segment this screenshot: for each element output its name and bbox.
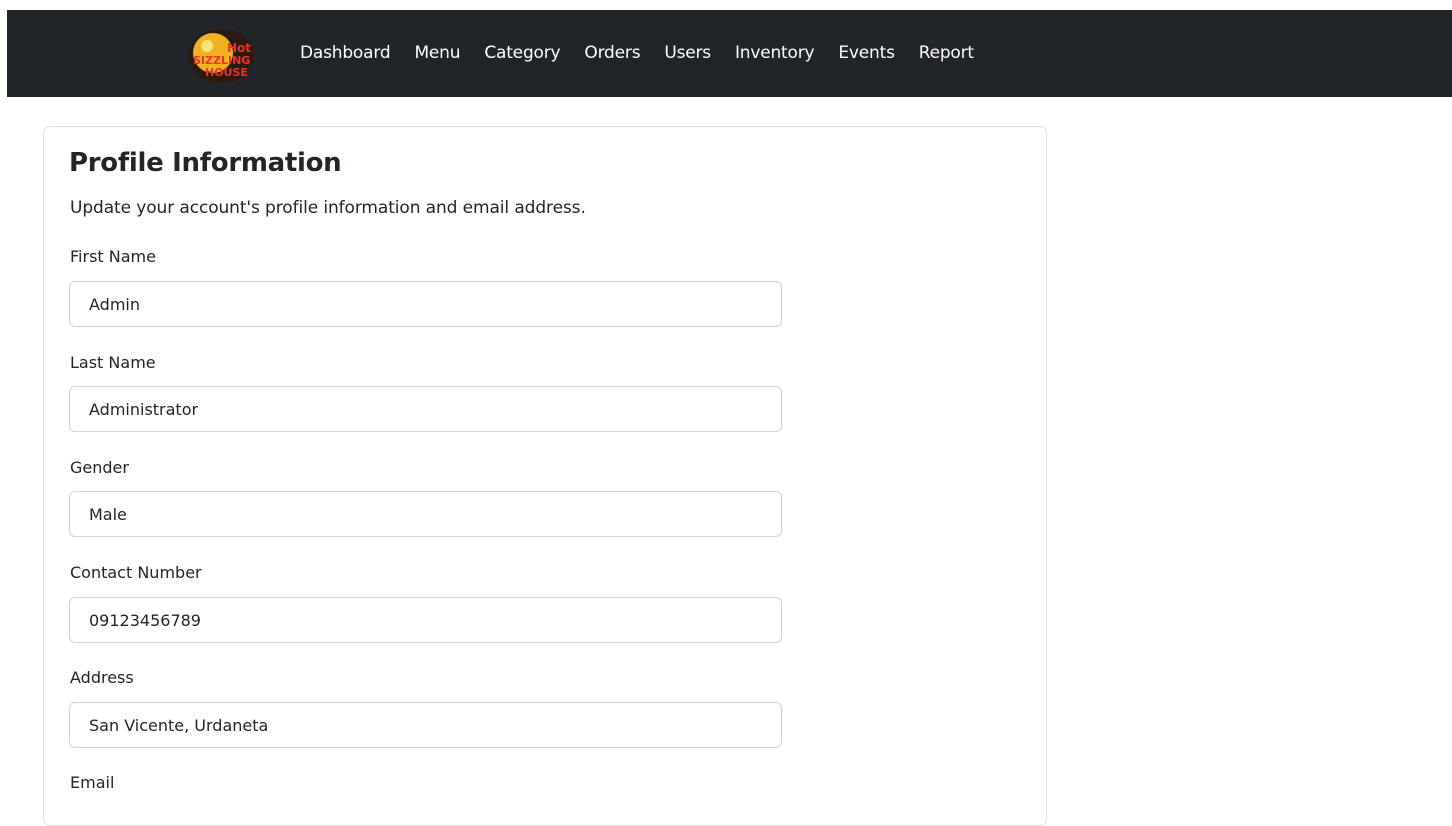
top-navbar: Hot SIZZLING HOUSE Dashboard Menu Catego… — [7, 10, 1452, 97]
svg-text:Hot: Hot — [227, 41, 251, 55]
gender-input[interactable] — [69, 491, 782, 537]
first-name-label: First Name — [70, 247, 156, 266]
brand-logo[interactable]: Hot SIZZLING HOUSE — [187, 26, 265, 84]
contact-number-input[interactable] — [69, 597, 782, 643]
last-name-input[interactable] — [69, 386, 782, 432]
nav-link-menu[interactable]: Menu — [414, 10, 460, 97]
svg-text:HOUSE: HOUSE — [205, 66, 248, 79]
address-input[interactable] — [69, 702, 782, 748]
nav-link-orders[interactable]: Orders — [584, 10, 640, 97]
contact-number-label: Contact Number — [70, 563, 202, 582]
nav-link-dashboard[interactable]: Dashboard — [300, 10, 391, 97]
nav-link-events[interactable]: Events — [838, 10, 895, 97]
last-name-label: Last Name — [70, 353, 156, 372]
page-title: Profile Information — [69, 148, 342, 178]
nav-link-category[interactable]: Category — [484, 10, 560, 97]
page-subtitle: Update your account's profile informatio… — [70, 198, 586, 218]
nav-link-inventory[interactable]: Inventory — [735, 10, 815, 97]
nav-link-report[interactable]: Report — [919, 10, 974, 97]
nav-links: Dashboard Menu Category Orders Users Inv… — [300, 10, 974, 97]
email-label: Email — [70, 773, 115, 792]
gender-label: Gender — [70, 458, 129, 477]
nav-link-users[interactable]: Users — [664, 10, 711, 97]
first-name-input[interactable] — [69, 281, 782, 327]
address-label: Address — [70, 668, 134, 687]
